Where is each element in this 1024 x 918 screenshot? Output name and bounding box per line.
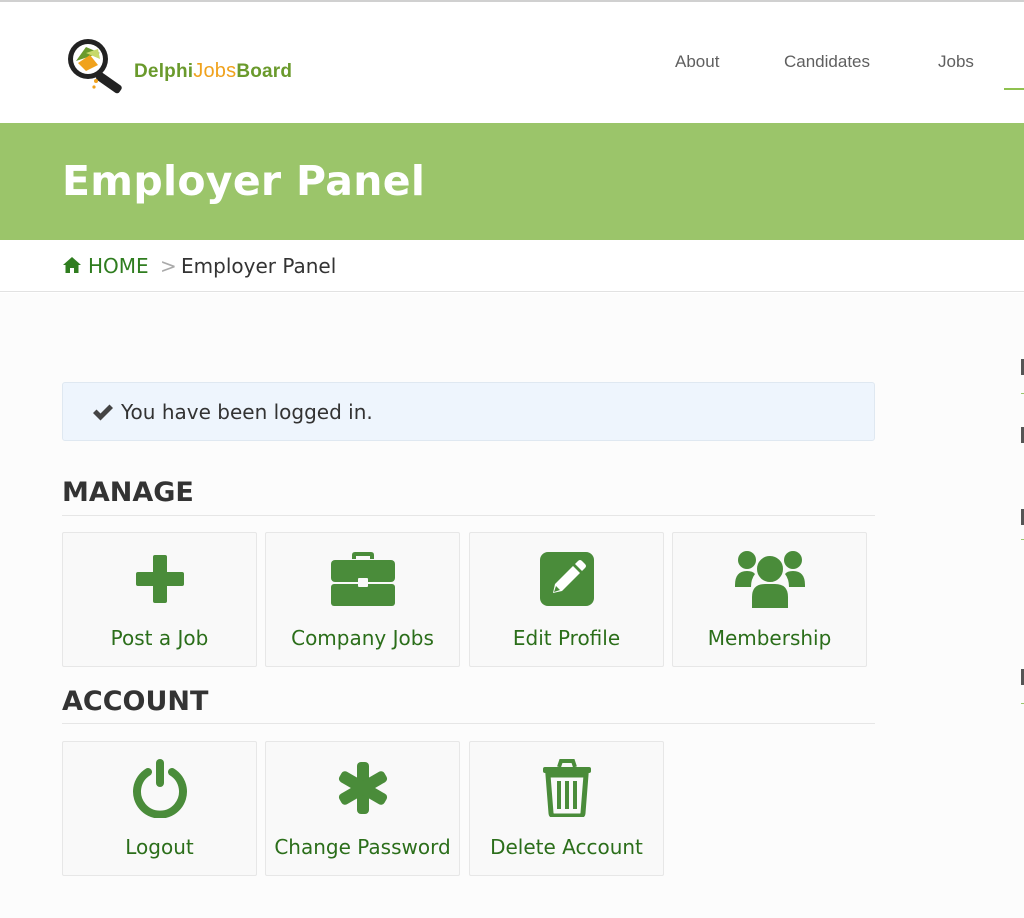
- site-header: DelphiJobsBoard About Candidates Jobs: [0, 2, 1024, 123]
- post-job-tile[interactable]: Post a Job: [62, 532, 257, 667]
- membership-tile[interactable]: Membership: [672, 532, 867, 667]
- logout-tile[interactable]: Logout: [62, 741, 257, 876]
- delete-account-tile[interactable]: Delete Account: [469, 741, 664, 876]
- logo-text-delphi: Delphi: [134, 61, 194, 82]
- home-icon: [63, 257, 81, 273]
- membership-icon-wrap: [673, 547, 866, 611]
- edit-profile-icon-wrap: [470, 547, 663, 611]
- change-password-label: Change Password: [274, 835, 451, 859]
- delete-account-label: Delete Account: [490, 835, 643, 859]
- logo-text-board: Board: [236, 61, 293, 82]
- logo-text-jobs: Jobs: [193, 60, 237, 82]
- logout-icon-wrap: [63, 756, 256, 820]
- main-content: You have been logged in. MANAGE Post a J…: [0, 293, 1024, 918]
- edit-profile-label: Edit Profile: [512, 626, 621, 650]
- company-jobs-icon-wrap: [266, 547, 459, 611]
- trash-icon: [542, 759, 591, 817]
- account-heading: ACCOUNT: [62, 686, 209, 717]
- delete-account-icon-wrap: [470, 756, 663, 820]
- page-title: Employer Panel: [62, 157, 426, 205]
- magnifier-logo-icon: [68, 39, 122, 94]
- membership-label: Membership: [707, 626, 832, 650]
- change-password-icon-wrap: [266, 756, 459, 820]
- manage-heading: MANAGE: [62, 477, 194, 508]
- nav-active-underline: [1004, 88, 1024, 90]
- power-icon: [132, 759, 187, 818]
- company-jobs-tile[interactable]: Company Jobs: [265, 532, 460, 667]
- breadcrumb-home-link[interactable]: HOME: [88, 254, 149, 278]
- edit-icon: [539, 552, 594, 606]
- nav-jobs[interactable]: Jobs: [938, 52, 974, 72]
- logo-text: DelphiJobsBoard: [134, 60, 292, 83]
- company-jobs-label: Company Jobs: [291, 626, 434, 650]
- plus-icon: [135, 555, 184, 603]
- check-icon: [93, 404, 113, 421]
- page-banner: Employer Panel: [0, 123, 1024, 240]
- users-icon: [734, 551, 805, 610]
- change-password-tile[interactable]: Change Password: [265, 741, 460, 876]
- nav-about[interactable]: About: [675, 52, 719, 72]
- alert-message: You have been logged in.: [121, 400, 373, 424]
- briefcase-icon: [330, 552, 395, 606]
- logout-label: Logout: [125, 835, 194, 859]
- account-divider: [62, 723, 875, 724]
- asterisk-icon: [338, 762, 387, 814]
- edit-profile-tile[interactable]: Edit Profile: [469, 532, 664, 667]
- breadcrumb-current: Employer Panel: [181, 254, 337, 278]
- breadcrumb-separator: >: [160, 254, 177, 278]
- site-logo[interactable]: DelphiJobsBoard: [64, 36, 292, 96]
- page: DelphiJobsBoard About Candidates Jobs Em…: [0, 0, 1024, 918]
- nav-candidates[interactable]: Candidates: [784, 52, 870, 72]
- post-job-label: Post a Job: [110, 626, 209, 650]
- manage-divider: [62, 515, 875, 516]
- breadcrumb: HOME > Employer Panel: [0, 240, 1024, 292]
- post-job-icon-wrap: [63, 547, 256, 611]
- login-alert: You have been logged in.: [62, 382, 875, 441]
